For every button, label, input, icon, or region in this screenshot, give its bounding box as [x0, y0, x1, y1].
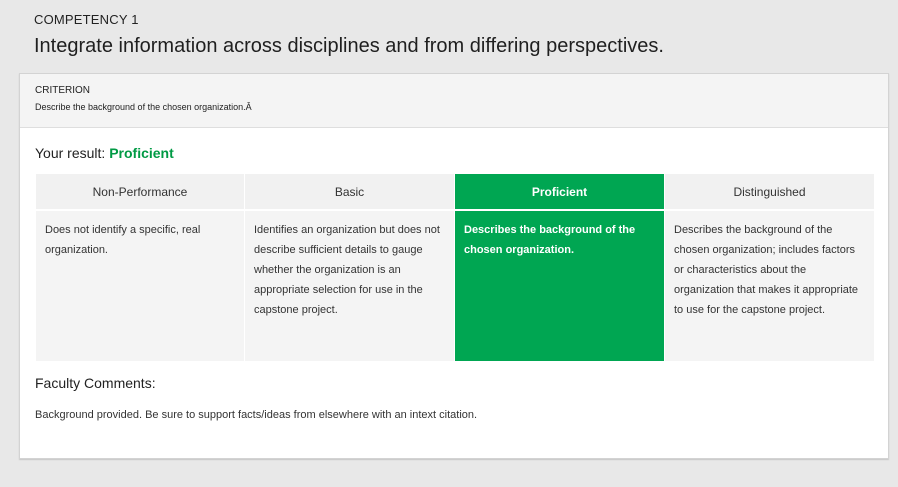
competency-title: Integrate information across disciplines… [34, 35, 664, 57]
competency-header: COMPETENCY 1 Integrate information acros… [34, 12, 874, 60]
rubric-heading-proficient: Proficient [455, 174, 664, 209]
rubric-heading-basic: Basic [245, 174, 454, 209]
criterion-kicker: CRITERION [35, 85, 90, 96]
criterion-section: CRITERION Describe the background of the… [20, 74, 888, 128]
competency-kicker: COMPETENCY 1 [34, 12, 139, 27]
rubric-heading-non-performance: Non-Performance [36, 174, 244, 209]
faculty-comments-title: Faculty Comments: [35, 375, 156, 391]
result-value: Proficient [109, 145, 174, 161]
rubric-heading-distinguished: Distinguished [665, 174, 874, 209]
rubric-table: Non-Performance Basic Proficient Disting… [36, 174, 874, 361]
rubric-description-non-performance: Does not identify a specific, real organ… [36, 211, 244, 361]
criterion-text: Describe the background of the chosen or… [35, 102, 252, 112]
rubric-description-basic: Identifies an organization but does not … [245, 211, 454, 361]
result-line: Your result: Proficient [35, 144, 174, 162]
result-label: Your result: [35, 145, 110, 161]
rubric-description-distinguished: Describes the background of the chosen o… [665, 211, 874, 361]
criterion-card: CRITERION Describe the background of the… [19, 73, 889, 459]
rubric-description-proficient: Describes the background of the chosen o… [455, 211, 664, 361]
faculty-comments-text: Background provided. Be sure to support … [35, 409, 478, 421]
